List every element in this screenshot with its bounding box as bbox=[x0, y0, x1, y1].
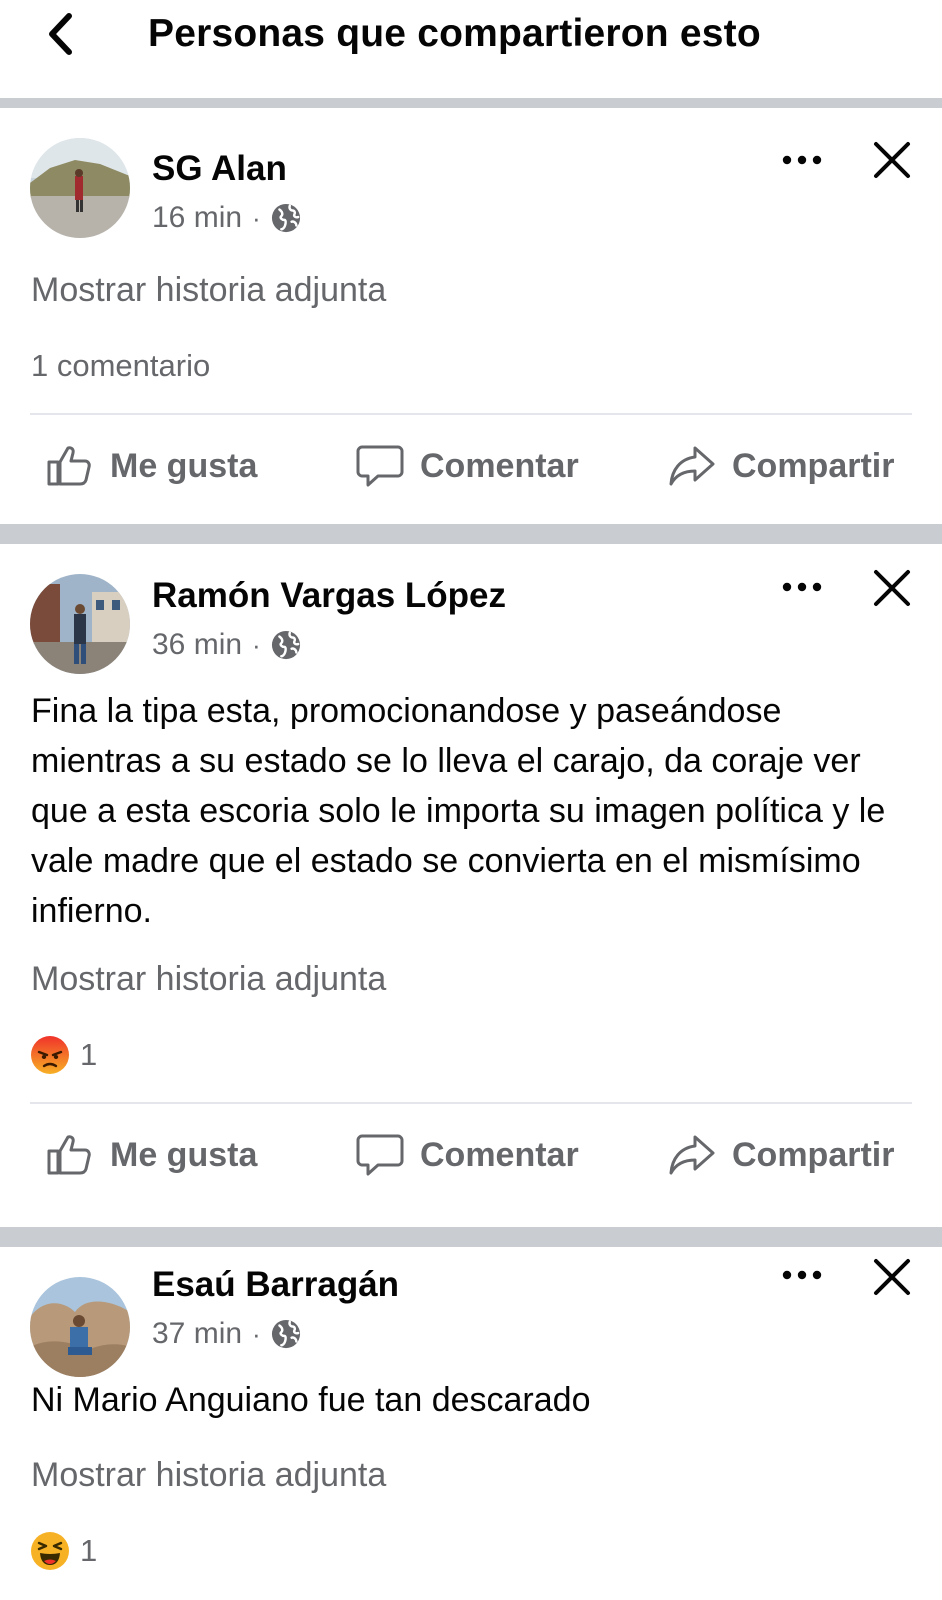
post-text: Fina la tipa esta, promocionandose y pas… bbox=[31, 692, 886, 930]
avatar[interactable] bbox=[30, 1277, 130, 1377]
comment-icon bbox=[356, 442, 404, 490]
reactions-summary[interactable]: 1 bbox=[30, 1033, 97, 1077]
post-meta: 37 min · bbox=[152, 1314, 301, 1354]
shared-post: Esaú Barragán 37 min · Ni Mario Anguiano… bbox=[0, 1247, 942, 1600]
comment-button[interactable]: Comentar bbox=[356, 440, 579, 492]
share-label: Compartir bbox=[732, 1135, 895, 1174]
more-icon bbox=[780, 572, 824, 602]
globe-icon bbox=[271, 630, 301, 660]
haha-reaction-icon bbox=[31, 1532, 69, 1570]
hide-post-button[interactable] bbox=[870, 566, 914, 610]
reaction-count: 1 bbox=[80, 1533, 98, 1568]
avatar-photo bbox=[30, 574, 130, 674]
share-icon bbox=[668, 1131, 716, 1179]
meta-separator: · bbox=[252, 202, 261, 233]
angry-reaction-icon bbox=[31, 1036, 69, 1074]
reaction-count: 1 bbox=[80, 1037, 98, 1072]
share-button[interactable]: Compartir bbox=[668, 440, 894, 492]
close-icon bbox=[870, 1255, 914, 1299]
shared-post: SG Alan 16 min · Mostrar historia adjunt… bbox=[0, 108, 942, 524]
avatar-photo bbox=[30, 1277, 130, 1377]
more-icon bbox=[780, 145, 824, 175]
meta-separator: · bbox=[252, 1318, 261, 1349]
meta-separator: · bbox=[252, 629, 261, 660]
thumbs-up-icon bbox=[46, 442, 94, 490]
section-divider bbox=[0, 524, 942, 544]
section-divider bbox=[0, 1227, 942, 1247]
show-attached-story-link[interactable]: Mostrar historia adjunta bbox=[31, 957, 386, 1001]
like-label: Me gusta bbox=[110, 446, 258, 485]
section-divider bbox=[0, 98, 942, 108]
more-options-button[interactable] bbox=[780, 572, 824, 602]
post-time[interactable]: 36 min bbox=[152, 628, 242, 662]
like-label: Me gusta bbox=[110, 1135, 258, 1174]
globe-icon bbox=[271, 203, 301, 233]
avatar[interactable] bbox=[30, 574, 130, 674]
share-button[interactable]: Compartir bbox=[668, 1129, 894, 1181]
more-options-button[interactable] bbox=[780, 1260, 824, 1290]
close-icon bbox=[870, 138, 914, 182]
author-name[interactable]: Ramón Vargas López bbox=[152, 575, 506, 617]
more-icon bbox=[780, 1260, 824, 1290]
post-time[interactable]: 16 min bbox=[152, 201, 242, 235]
like-button[interactable]: Me gusta bbox=[46, 440, 257, 492]
show-attached-story-link[interactable]: Mostrar historia adjunta bbox=[31, 1453, 386, 1497]
post-time[interactable]: 37 min bbox=[152, 1317, 242, 1351]
more-options-button[interactable] bbox=[780, 145, 824, 175]
hide-post-button[interactable] bbox=[870, 138, 914, 182]
shared-post: Ramón Vargas López 36 min · Fina la tipa… bbox=[0, 544, 942, 1227]
post-text: Ni Mario Anguiano fue tan descarado bbox=[31, 1381, 591, 1419]
thumbs-up-icon bbox=[46, 1131, 94, 1179]
back-button[interactable] bbox=[36, 10, 84, 58]
comment-button[interactable]: Comentar bbox=[356, 1129, 579, 1181]
page-title: Personas que compartieron esto bbox=[148, 12, 761, 55]
avatar[interactable] bbox=[30, 138, 130, 238]
top-bar: Personas que compartieron esto bbox=[0, 0, 942, 98]
comment-label: Comentar bbox=[420, 1135, 579, 1174]
post-meta: 16 min · bbox=[152, 198, 301, 238]
share-icon bbox=[668, 442, 716, 490]
actions-separator bbox=[30, 413, 912, 415]
comment-label: Comentar bbox=[420, 446, 579, 485]
comments-count[interactable]: 1 comentario bbox=[31, 346, 210, 386]
chevron-left-icon bbox=[49, 13, 72, 55]
author-name[interactable]: Esaú Barragán bbox=[152, 1264, 399, 1306]
actions-separator bbox=[30, 1102, 912, 1104]
globe-icon bbox=[271, 1319, 301, 1349]
show-attached-story-link[interactable]: Mostrar historia adjunta bbox=[31, 268, 386, 312]
close-icon bbox=[870, 566, 914, 610]
hide-post-button[interactable] bbox=[870, 1255, 914, 1299]
like-button[interactable]: Me gusta bbox=[46, 1129, 257, 1181]
avatar-photo bbox=[30, 138, 130, 238]
share-label: Compartir bbox=[732, 446, 895, 485]
comment-icon bbox=[356, 1131, 404, 1179]
reactions-summary[interactable]: 1 bbox=[30, 1529, 97, 1573]
author-name[interactable]: SG Alan bbox=[152, 148, 287, 190]
post-meta: 36 min · bbox=[152, 625, 301, 665]
